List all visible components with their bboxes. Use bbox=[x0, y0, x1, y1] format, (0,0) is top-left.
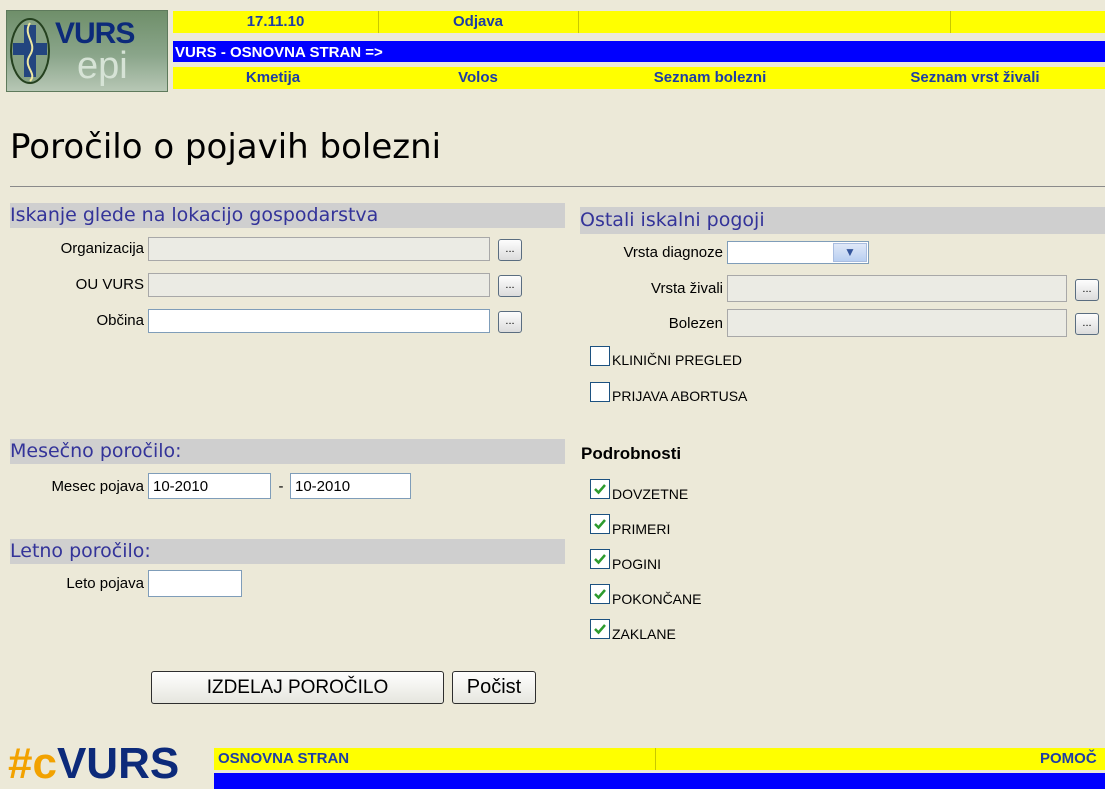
checkmark-icon bbox=[594, 554, 606, 565]
culled-label: POKONČANE bbox=[612, 591, 702, 607]
footer-home-link[interactable]: OSNOVNA STRAN bbox=[218, 748, 349, 770]
checkmark-icon bbox=[594, 624, 606, 635]
other-criteria-section-header: Ostali iskalni pogoji bbox=[580, 207, 1105, 234]
nav-item-volos[interactable]: Volos bbox=[378, 67, 578, 89]
generate-report-button[interactable]: IZDELAJ POROČILO bbox=[151, 671, 444, 704]
clinical-exam-label: KLINIČNI PREGLED bbox=[612, 352, 742, 368]
checkmark-icon bbox=[594, 589, 606, 600]
monthly-section-header: Mesečno poročilo: bbox=[10, 439, 565, 464]
municipality-field[interactable] bbox=[148, 309, 490, 333]
date-text: 17.11.10 bbox=[246, 13, 305, 30]
chevron-down-icon[interactable]: ▼ bbox=[833, 243, 867, 262]
clinical-exam-checkbox[interactable] bbox=[590, 346, 610, 366]
cases-checkbox[interactable] bbox=[590, 514, 610, 534]
logout-label: Odjava bbox=[452, 13, 504, 30]
footer-help-link[interactable]: POMOČ bbox=[1040, 748, 1097, 770]
location-section-header: Iskanje glede na lokacijo gospodarstva bbox=[10, 203, 565, 228]
diagnosis-type-select[interactable]: ▼ bbox=[727, 241, 869, 264]
organization-label: Organizacija bbox=[60, 240, 144, 257]
nav-item-seznam-bolezni[interactable]: Seznam bolezni bbox=[580, 67, 840, 89]
clear-button[interactable]: Počist bbox=[452, 671, 536, 704]
abortion-report-label: PRIJAVA ABORTUSA bbox=[612, 388, 748, 404]
location-heading: Iskanje glede na lokacijo gospodarstva bbox=[10, 204, 379, 226]
nav-item-seznam-vrst-zivali[interactable]: Seznam vrst živali bbox=[845, 67, 1105, 89]
animal-type-field[interactable] bbox=[727, 275, 1067, 302]
diagnosis-type-label: Vrsta diagnoze bbox=[623, 244, 723, 261]
ou-vurs-label: OU VURS bbox=[75, 276, 144, 293]
checkmark-icon bbox=[594, 484, 606, 495]
header-top-divider bbox=[950, 11, 951, 33]
month-range-separator: - bbox=[278, 478, 284, 495]
logout-link[interactable]: Odjava bbox=[378, 11, 579, 33]
monthly-heading: Mesečno poročilo: bbox=[10, 440, 182, 462]
details-heading: Podrobnosti bbox=[581, 444, 682, 463]
yearly-section-header: Letno poročilo: bbox=[10, 539, 565, 564]
deaths-label: POGINI bbox=[612, 556, 662, 572]
vurs-epi-logo[interactable]: VURS epi bbox=[6, 10, 168, 92]
page-title: Poročilo o pojavih bolezni bbox=[10, 127, 442, 167]
slaughtered-checkbox[interactable] bbox=[590, 619, 610, 639]
disease-field[interactable] bbox=[727, 309, 1067, 337]
footer-blue-bar bbox=[214, 773, 1105, 789]
year-field[interactable] bbox=[148, 570, 242, 597]
nav-item-kmetija[interactable]: Kmetija bbox=[173, 67, 373, 89]
slaughtered-label: ZAKLANE bbox=[612, 626, 676, 642]
municipality-label: Občina bbox=[96, 312, 144, 329]
susceptible-checkbox[interactable] bbox=[590, 479, 610, 499]
yearly-heading: Letno poročilo: bbox=[10, 540, 151, 562]
footer-vurs-logo: #cVURS bbox=[8, 742, 179, 786]
logo-sub-wordmark: epi bbox=[77, 45, 128, 87]
disease-label: Bolezen bbox=[668, 315, 723, 332]
footer-logo-text: VURS bbox=[56, 739, 180, 788]
organization-field[interactable] bbox=[148, 237, 490, 261]
animal-type-label: Vrsta živali bbox=[651, 280, 723, 297]
month-from-field[interactable] bbox=[148, 473, 271, 499]
municipality-browse-button[interactable]: ... bbox=[498, 311, 522, 333]
breadcrumb[interactable]: VURS - OSNOVNA STRAN => bbox=[175, 44, 383, 62]
ou-vurs-field[interactable] bbox=[148, 273, 490, 297]
seal-cross-icon bbox=[10, 18, 50, 84]
month-to-field[interactable] bbox=[290, 473, 411, 499]
susceptible-label: DOVZETNE bbox=[612, 486, 689, 502]
footer-logo-hash: #c bbox=[8, 739, 57, 788]
month-label: Mesec pojava bbox=[51, 478, 144, 495]
culled-checkbox[interactable] bbox=[590, 584, 610, 604]
header-date: 17.11.10 bbox=[173, 11, 379, 33]
title-divider bbox=[10, 186, 1105, 187]
abortion-report-checkbox[interactable] bbox=[590, 382, 610, 402]
footer-divider bbox=[655, 748, 656, 770]
disease-browse-button[interactable]: ... bbox=[1075, 313, 1099, 335]
year-label: Leto pojava bbox=[66, 575, 144, 592]
checkmark-icon bbox=[594, 519, 606, 530]
other-criteria-heading: Ostali iskalni pogoji bbox=[580, 209, 765, 231]
cases-label: PRIMERI bbox=[612, 521, 671, 537]
organization-browse-button[interactable]: ... bbox=[498, 239, 522, 261]
ou-vurs-browse-button[interactable]: ... bbox=[498, 275, 522, 297]
animal-type-browse-button[interactable]: ... bbox=[1075, 279, 1099, 301]
deaths-checkbox[interactable] bbox=[590, 549, 610, 569]
